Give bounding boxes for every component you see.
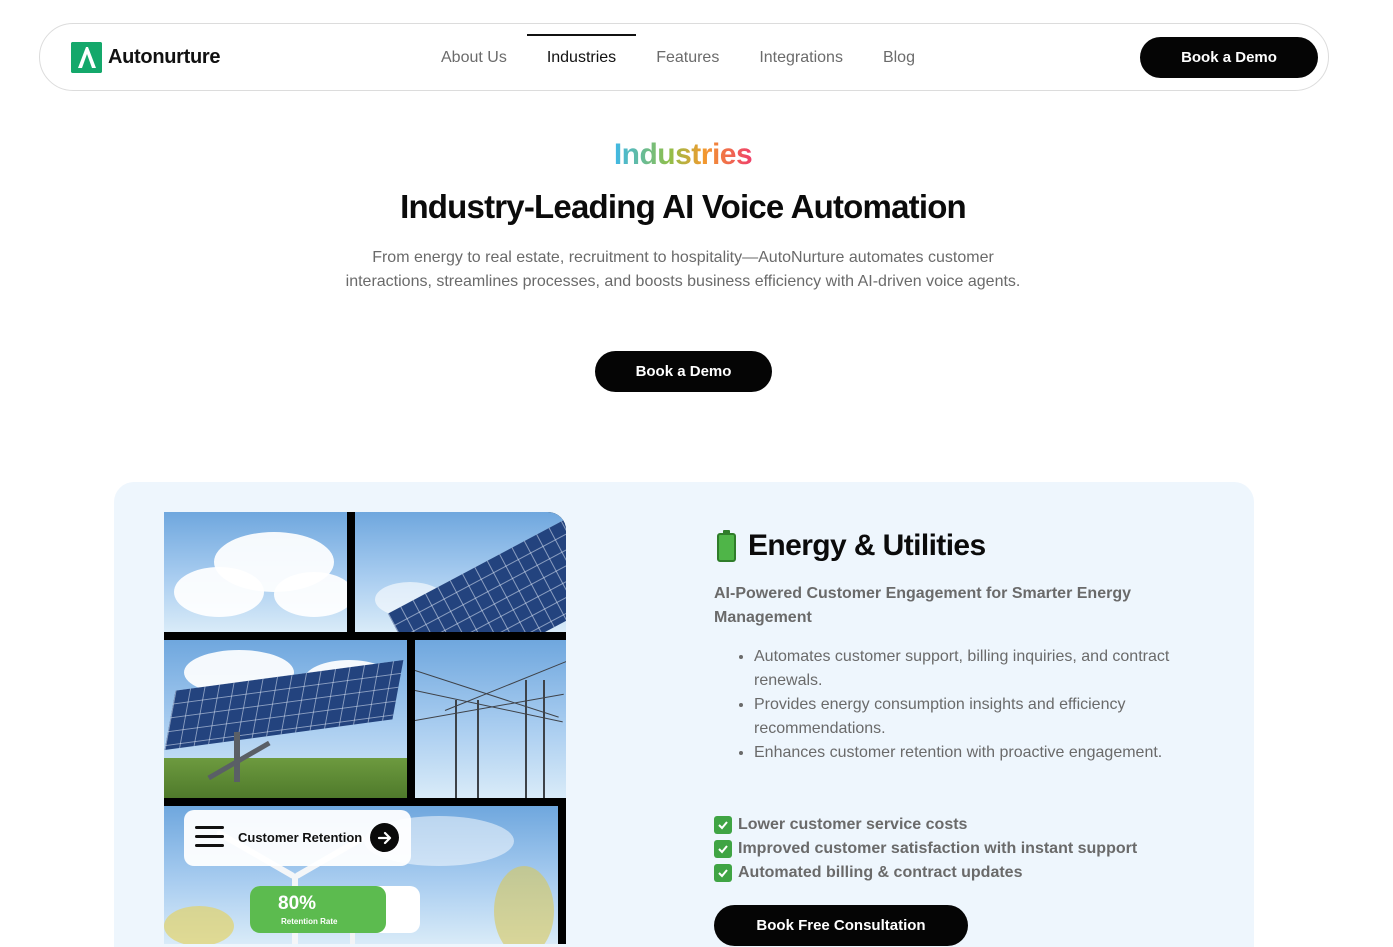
list-item: Provides energy consumption insights and… xyxy=(754,693,1184,741)
page-title: Industry-Leading AI Voice Automation xyxy=(400,188,967,225)
top-navbar: Autonurture About Us Industries Features… xyxy=(39,23,1329,91)
industry-subtitle: AI-Powered Customer Engagement for Smart… xyxy=(714,585,1131,626)
solar-tracker-photo xyxy=(164,640,407,798)
energy-image-collage: Customer Retention 80% Retention Rate xyxy=(164,512,566,944)
benefit-list: Lower customer service costs Improved cu… xyxy=(714,813,1234,885)
list-item: Automates customer support, billing inqu… xyxy=(754,645,1184,693)
nav-integrations[interactable]: Integrations xyxy=(739,24,863,92)
industry-heading: Energy & Utilities xyxy=(717,529,986,563)
nav-blog[interactable]: Blog xyxy=(863,24,935,92)
header-book-demo-button[interactable]: Book a Demo xyxy=(1140,37,1318,78)
benefit-item: Lower customer service costs xyxy=(714,813,1234,837)
benefit-item: Improved customer satisfaction with inst… xyxy=(714,837,1234,861)
nav-industries[interactable]: Industries xyxy=(526,24,637,92)
check-mark-icon xyxy=(714,840,732,858)
autonurture-logo-icon xyxy=(71,42,102,73)
solar-panel-closeup-photo xyxy=(355,512,566,632)
power-lines-photo xyxy=(415,640,566,798)
nav-features[interactable]: Features xyxy=(636,24,739,92)
check-mark-icon xyxy=(714,816,732,834)
book-free-consultation-button[interactable]: Book Free Consultation xyxy=(714,905,968,946)
clouds-photo xyxy=(164,512,347,632)
benefit-item: Automated billing & contract updates xyxy=(714,861,1234,885)
check-mark-icon xyxy=(714,864,732,882)
main-nav: About Us Industries Features Integration… xyxy=(421,24,935,92)
hero-book-demo-button[interactable]: Book a Demo xyxy=(595,351,772,392)
industry-card-energy: Customer Retention 80% Retention Rate En… xyxy=(114,482,1254,947)
brand-logo[interactable]: Autonurture xyxy=(71,42,221,73)
customer-retention-chip[interactable]: Customer Retention xyxy=(184,810,411,866)
list-item: Enhances customer retention with proacti… xyxy=(754,741,1184,765)
retention-rate-value: 80% xyxy=(278,893,317,914)
hamburger-menu-icon xyxy=(195,826,224,848)
retention-chip-label: Customer Retention xyxy=(238,830,363,845)
industry-title: Energy & Utilities xyxy=(748,529,986,562)
nav-about-us[interactable]: About Us xyxy=(421,24,527,92)
battery-icon xyxy=(717,530,736,562)
industry-feature-list: Automates customer support, billing inqu… xyxy=(754,645,1184,765)
hero-subtitle: From energy to real estate, recruitment … xyxy=(345,249,1021,290)
retention-rate-card: 80% Retention Rate xyxy=(250,886,420,933)
brand-name: Autonurture xyxy=(108,46,221,68)
retention-rate-label: Retention Rate xyxy=(281,917,338,926)
arrow-right-icon[interactable] xyxy=(370,823,399,852)
section-eyebrow: Industries xyxy=(613,138,753,171)
